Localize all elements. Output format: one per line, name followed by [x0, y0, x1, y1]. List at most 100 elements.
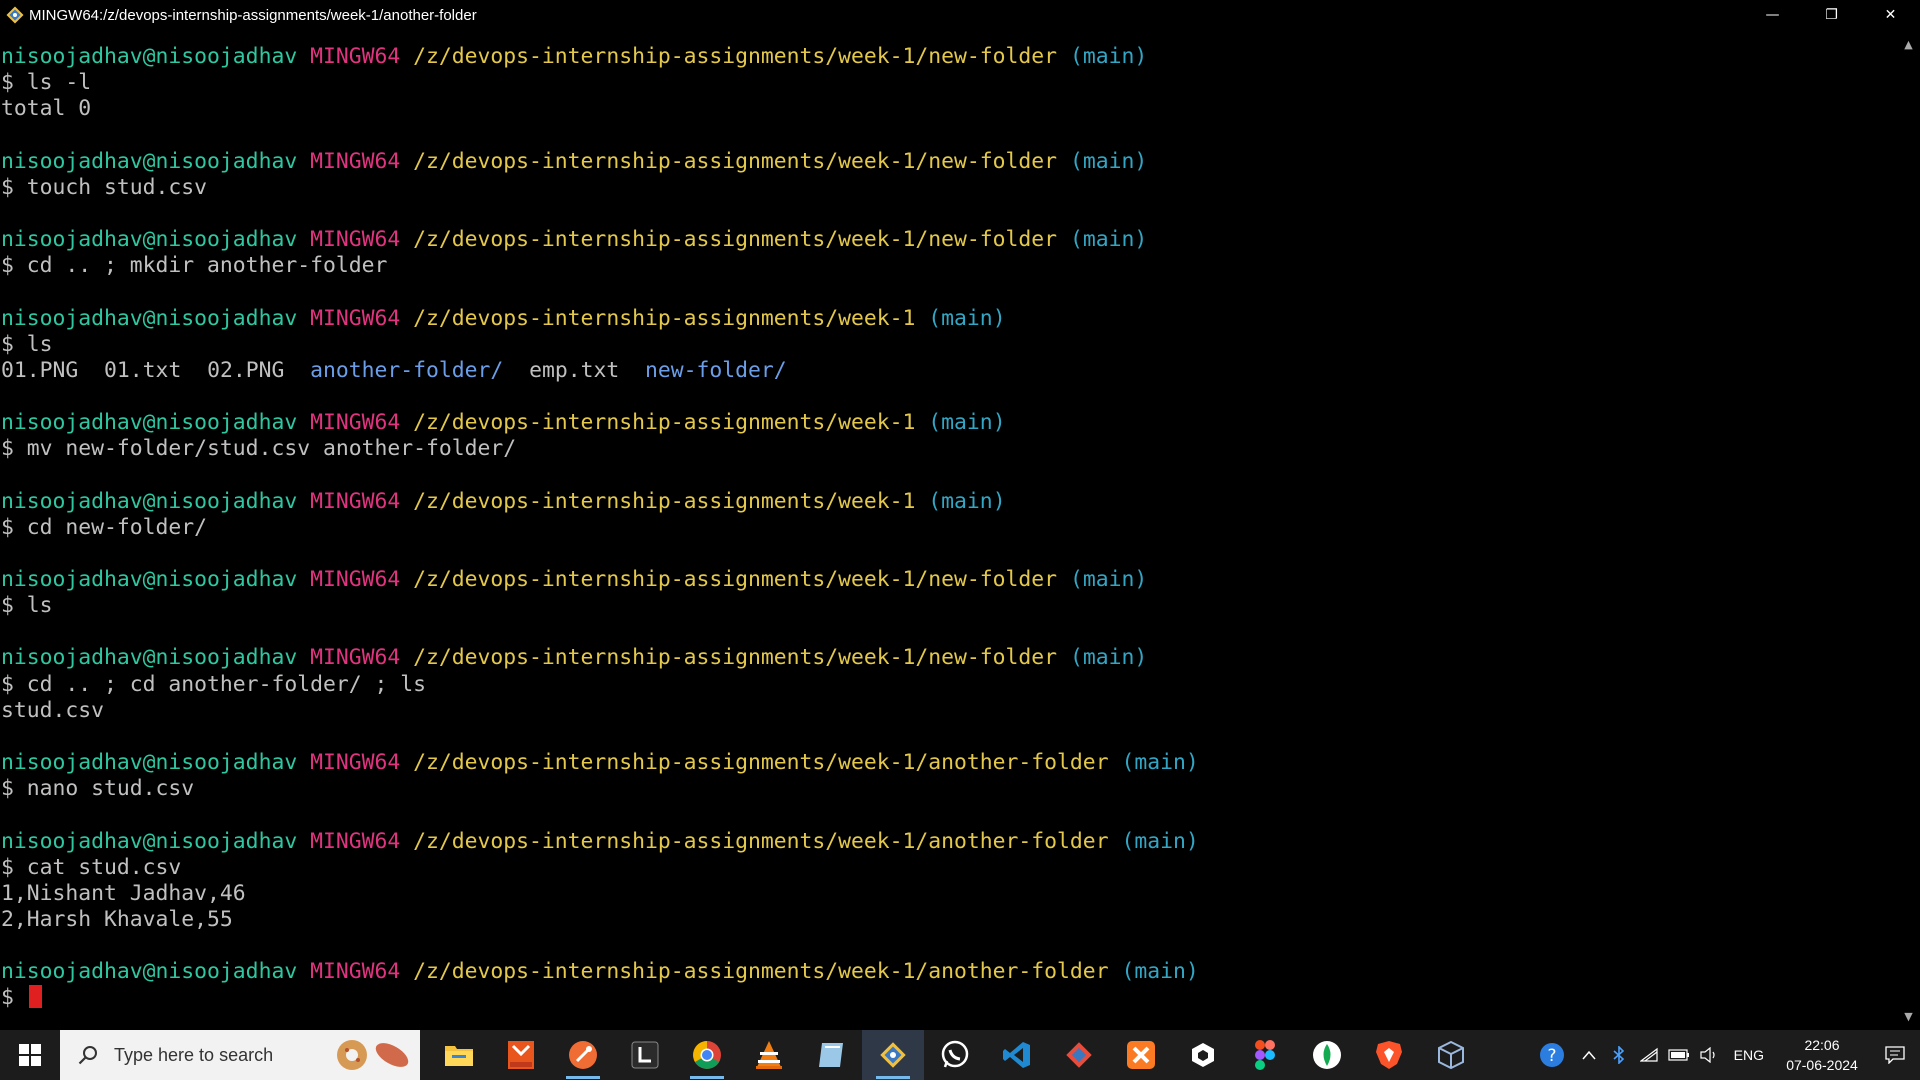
postman-icon[interactable] [552, 1030, 614, 1080]
command-line: $ cd .. ; mkdir another-folder [1, 253, 387, 279]
xampp-icon[interactable] [1110, 1030, 1172, 1080]
start-button[interactable] [0, 1030, 60, 1080]
prompt-line: nisoojadhav@nisoojadhav MINGW64 /z/devop… [1, 149, 1147, 175]
command-text: $ ls [1, 331, 53, 357]
command-text: $ ls [1, 593, 53, 619]
volume-icon[interactable] [1694, 1030, 1724, 1080]
command-line: $ ls [1, 593, 53, 619]
window-title: MINGW64:/z/devops-internship-assignments… [29, 6, 477, 24]
prompt-path: /z/devops-internship-assignments/week-1 [413, 305, 916, 331]
prompt-branch: (main) [1069, 567, 1148, 592]
minimize-button[interactable]: — [1743, 0, 1802, 30]
file-entry: 01.PNG [1, 357, 79, 383]
prompt-path: /z/devops-internship-assignments/week-1/… [413, 44, 1058, 69]
lightshot-icon[interactable] [614, 1030, 676, 1080]
git-gui-icon[interactable] [1048, 1030, 1110, 1080]
prompt-host: MINGW64 [310, 567, 401, 592]
prompt-host: MINGW64 [310, 227, 401, 253]
search-placeholder: Type here to search [114, 1044, 274, 1065]
prompt-line: nisoojadhav@nisoojadhav MINGW64 /z/devop… [1, 645, 1147, 671]
clock-date: 07-06-2024 [1786, 1057, 1858, 1073]
command-text: $ touch stud.csv [1, 174, 208, 200]
close-icon: ✕ [1884, 7, 1897, 23]
command-text: $ cd new-folder/ [1, 514, 208, 540]
unity-icon[interactable] [1172, 1030, 1234, 1080]
chrome-icon[interactable] [676, 1030, 738, 1080]
clock-time: 22:06 [1804, 1037, 1840, 1053]
prompt-branch: (main) [1121, 959, 1199, 985]
prompt-branch: (main) [928, 488, 1006, 514]
output-text: 2,Harsh Khavale,55 [1, 906, 233, 932]
notification-icon[interactable] [1870, 1030, 1920, 1080]
prompt-host: MINGW64 [310, 44, 401, 69]
git-bash-icon[interactable] [862, 1030, 924, 1080]
vlc-icon[interactable] [738, 1030, 800, 1080]
notes-icon[interactable] [800, 1030, 862, 1080]
minimize-icon: — [1765, 7, 1780, 23]
search-icon [76, 1043, 100, 1067]
battery-icon[interactable] [1664, 1030, 1694, 1080]
prompt-path: /z/devops-internship-assignments/week-1/… [413, 828, 1109, 854]
search-highlight-icon [330, 1038, 414, 1072]
prompt-user: nisoojadhav@nisoojadhav [1, 44, 298, 69]
taskbar-search-box[interactable]: Type here to search [60, 1030, 420, 1080]
command-text: $ cd .. ; cd another-folder/ ; ls [1, 671, 426, 697]
prompt-host: MINGW64 [310, 305, 401, 331]
command-text: $ ls -l [1, 70, 92, 96]
bluetooth-icon[interactable] [1604, 1030, 1634, 1080]
prompt-branch: (main) [928, 410, 1006, 436]
command-text: $ mv new-folder/stud.csv another-folder/ [1, 436, 517, 462]
git-bash-app-icon [4, 4, 26, 26]
terminal-output[interactable]: nisoojadhav@nisoojadhav MINGW64 /z/devop… [0, 30, 1897, 1030]
vertical-scrollbar[interactable]: ▲ ▼ [1897, 30, 1920, 1030]
prompt-path: /z/devops-internship-assignments/week-1/… [413, 567, 1058, 592]
output-line: stud.csv [1, 698, 104, 724]
directory-entry: another-folder/ [310, 357, 504, 383]
prompt-host: MINGW64 [310, 959, 401, 985]
window-title-bar: MINGW64:/z/devops-internship-assignments… [0, 0, 1920, 30]
help-icon[interactable]: ? [1530, 1030, 1574, 1080]
current-prompt-text: $ [1, 985, 27, 1011]
close-button[interactable]: ✕ [1861, 0, 1920, 30]
taskbar-clock[interactable]: 22:06 07-06-2024 [1774, 1035, 1870, 1075]
current-command-line: $ [1, 985, 42, 1011]
virtualbox-icon[interactable] [1420, 1030, 1482, 1080]
maximize-button[interactable]: ❐ [1802, 0, 1861, 30]
mongodb-compass-icon[interactable] [1296, 1030, 1358, 1080]
prompt-path: /z/devops-internship-assignments/week-1 [413, 488, 916, 514]
chevron-up-icon[interactable] [1574, 1030, 1604, 1080]
scroll-down-icon[interactable]: ▼ [1897, 1006, 1920, 1026]
windows-logo-icon [19, 1044, 41, 1066]
prompt-line: nisoojadhav@nisoojadhav MINGW64 /z/devop… [1, 227, 1147, 253]
command-line: $ touch stud.csv [1, 175, 207, 201]
prompt-branch: (main) [1121, 750, 1199, 776]
command-line: $ cd new-folder/ [1, 515, 207, 541]
prompt-user: nisoojadhav@nisoojadhav [1, 567, 298, 592]
wifi-icon[interactable] [1634, 1030, 1664, 1080]
file-explorer-icon[interactable] [428, 1030, 490, 1080]
command-text: $ nano stud.csv [1, 776, 195, 802]
brave-icon[interactable] [1358, 1030, 1420, 1080]
prompt-user: nisoojadhav@nisoojadhav [1, 305, 298, 331]
command-line: $ mv new-folder/stud.csv another-folder/ [1, 436, 516, 462]
vscode-icon[interactable] [986, 1030, 1048, 1080]
prompt-user: nisoojadhav@nisoojadhav [1, 148, 298, 174]
prompt-branch: (main) [1069, 148, 1148, 174]
prompt-line: nisoojadhav@nisoojadhav MINGW64 /z/devop… [1, 567, 1147, 593]
scroll-up-icon[interactable]: ▲ [1897, 34, 1920, 54]
file-entry: 02.PNG [207, 357, 285, 383]
figma-icon[interactable] [1234, 1030, 1296, 1080]
prompt-user: nisoojadhav@nisoojadhav [1, 488, 298, 514]
command-line: $ nano stud.csv [1, 776, 194, 802]
pdf-reader-icon[interactable] [490, 1030, 552, 1080]
language-indicator[interactable]: ENG [1724, 1030, 1774, 1080]
output-line: 2,Harsh Khavale,55 [1, 907, 233, 933]
prompt-line: nisoojadhav@nisoojadhav MINGW64 /z/devop… [1, 959, 1199, 985]
prompt-path: /z/devops-internship-assignments/week-1/… [413, 959, 1109, 985]
command-text: $ cat stud.csv [1, 854, 182, 880]
prompt-line: nisoojadhav@nisoojadhav MINGW64 /z/devop… [1, 750, 1199, 776]
whatsapp-icon[interactable] [924, 1030, 986, 1080]
svg-text:?: ? [1547, 1046, 1556, 1066]
restore-icon: ❐ [1825, 7, 1838, 23]
prompt-user: nisoojadhav@nisoojadhav [1, 645, 298, 671]
